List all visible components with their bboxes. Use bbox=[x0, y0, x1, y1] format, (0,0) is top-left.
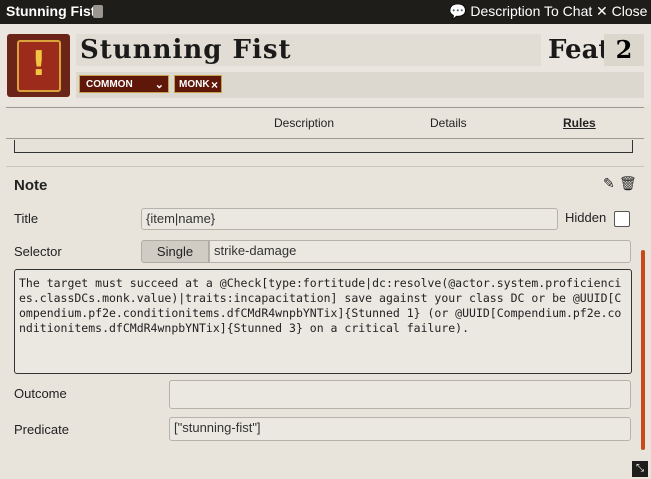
rule-heading: Note bbox=[14, 177, 48, 194]
tab-rules[interactable]: Rules bbox=[563, 116, 596, 130]
rarity-value: COMMON bbox=[86, 79, 133, 90]
exclamation-icon: ! bbox=[31, 44, 47, 84]
document-id-icon[interactable] bbox=[93, 5, 103, 18]
scrollbar-thumb[interactable] bbox=[641, 250, 645, 450]
title-input[interactable]: {item|name} bbox=[141, 208, 558, 230]
hidden-label: Hidden bbox=[565, 210, 607, 225]
close-button[interactable]: ✕ Close bbox=[596, 3, 647, 20]
item-name-input[interactable]: Stunning Fist bbox=[76, 34, 541, 66]
note-text-textarea[interactable]: The target must succeed at a @Check[type… bbox=[14, 269, 632, 374]
resize-handle-icon[interactable]: ⤡ bbox=[632, 461, 648, 477]
tab-details[interactable]: Details bbox=[430, 116, 467, 130]
predicate-input[interactable]: ["stunning-fist"] bbox=[169, 417, 631, 441]
rule-divider bbox=[6, 166, 644, 167]
title-label: Title bbox=[14, 211, 39, 226]
description-to-chat-label: Description To Chat bbox=[470, 3, 593, 19]
rarity-select[interactable]: COMMON ⌄ bbox=[79, 75, 169, 93]
description-to-chat-button[interactable]: 💬 Description To Chat bbox=[449, 3, 592, 20]
edit-icon[interactable]: ✎ bbox=[603, 176, 615, 192]
outcome-label: Outcome bbox=[14, 386, 67, 401]
trait-tag-monk: MONK × bbox=[174, 75, 222, 93]
tab-description[interactable]: Description bbox=[274, 116, 334, 130]
trash-icon[interactable]: 🗑 bbox=[619, 176, 637, 192]
trait-label: MONK bbox=[179, 79, 210, 90]
window-titlebar[interactable]: Stunning Fist 💬 Description To Chat ✕ Cl… bbox=[0, 0, 651, 24]
predicate-label: Predicate bbox=[14, 422, 69, 437]
item-portrait[interactable]: ! bbox=[7, 34, 70, 97]
selector-input[interactable]: strike-damage bbox=[209, 240, 631, 263]
item-type-label: Feat bbox=[548, 35, 611, 65]
sheet-tabs: Description Details Rules bbox=[6, 107, 644, 139]
chevron-down-icon: ⌄ bbox=[154, 79, 164, 91]
remove-trait-icon[interactable]: × bbox=[211, 76, 218, 94]
hidden-checkbox[interactable] bbox=[614, 211, 630, 227]
outcome-input[interactable] bbox=[169, 380, 631, 409]
item-sheet-window: Stunning Fist 💬 Description To Chat ✕ Cl… bbox=[0, 0, 651, 479]
close-label: Close bbox=[611, 3, 648, 19]
window-title: Stunning Fist bbox=[6, 3, 96, 19]
item-level-input[interactable]: 2 bbox=[604, 34, 644, 66]
previous-rule-textarea[interactable] bbox=[14, 140, 633, 153]
selector-label: Selector bbox=[14, 244, 62, 259]
selector-mode-button[interactable]: Single bbox=[141, 240, 209, 263]
